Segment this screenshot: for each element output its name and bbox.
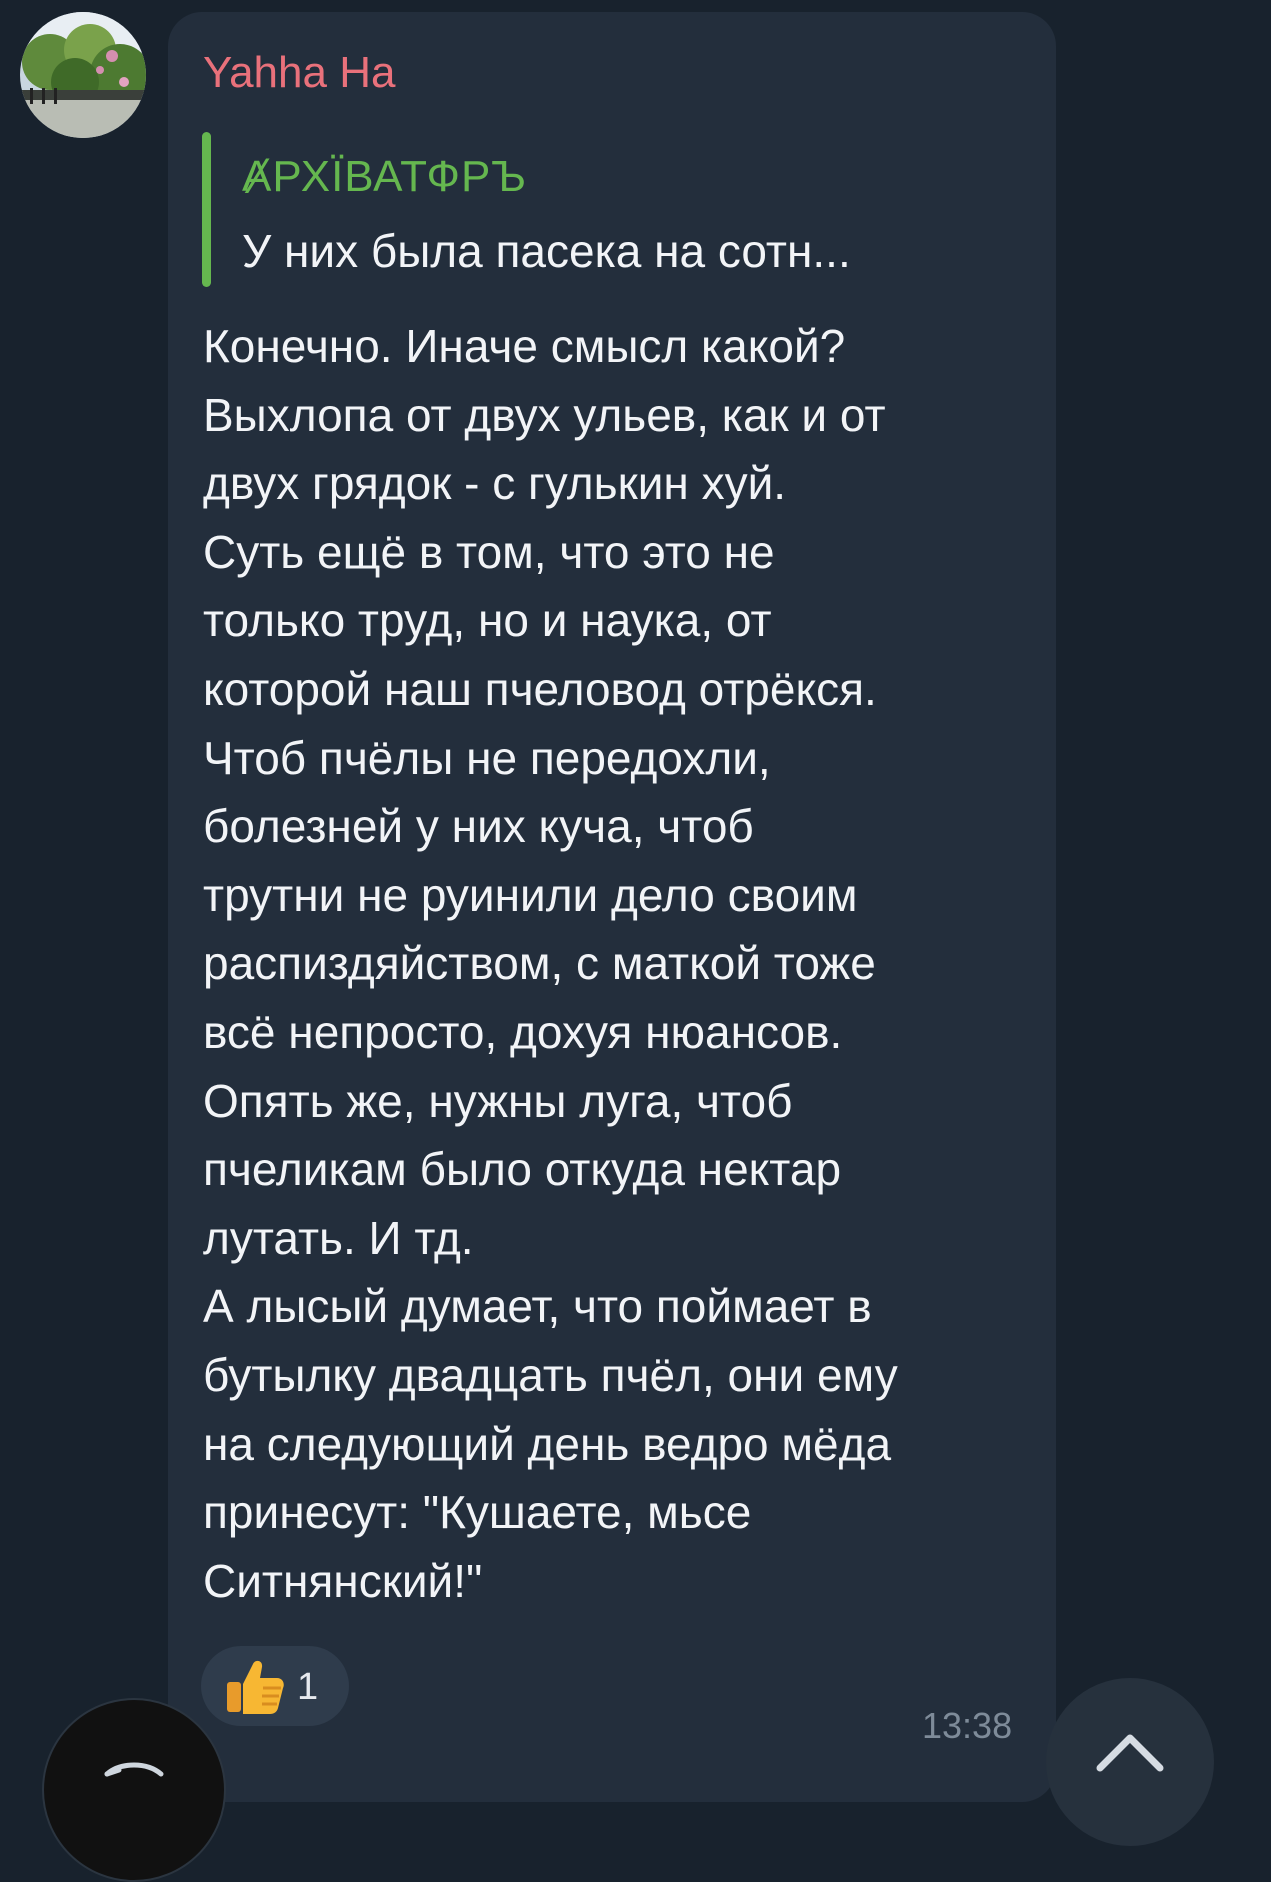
message-line: на следующий день ведро мёда [203,1417,892,1470]
reply-arrow-icon [104,1762,164,1777]
chevron-up-icon [1096,1734,1164,1772]
reply-preview[interactable]: ȺРХЇВАТФРЪ У них была пасека на сотн... [202,132,982,287]
message-line: лутать. И тд. [203,1211,474,1264]
scroll-button[interactable] [1046,1678,1214,1846]
reply-arrow-button[interactable] [42,1698,226,1882]
message-bubble[interactable]: Yahha Ha ȺРХЇВАТФРЪ У них была пасека на… [168,12,1056,1802]
message-line: Чтоб пчёлы не передохли, [203,731,771,784]
avatar[interactable] [20,12,146,138]
message-time: 13:38 [922,1705,1013,1746]
message-line: всё непросто, дохуя нюансов. [203,1005,843,1058]
message-line: только труд, но и наука, от [203,594,772,647]
reply-accent-bar [202,132,211,287]
message-line: Конечно. Иначе смысл какой? [203,320,846,372]
message-line: А лысый думает, что поймает в [203,1280,872,1333]
reply-author: ȺРХЇВАТФРЪ [242,152,528,201]
avatar-image [20,12,146,138]
reaction-count: 1 [297,1666,319,1708]
message-line: Ситнянский!" [203,1554,483,1607]
message-line: которой наш пчеловод отрёкся. [203,662,877,715]
reply-text: У них была пасека на сотн... [242,225,851,277]
message-line: болезней у них куча, чтоб [203,800,754,853]
message-line: бутылку двадцать пчёл, они ему [203,1348,898,1401]
message-line: Выхлопа от двух ульев, как и от [203,388,886,441]
message-line: двух грядок - с гулькин хуй. [203,457,787,510]
reaction-chip[interactable]: 1 [201,1646,349,1726]
message-line: трутни не руинили дело своим [203,868,858,921]
message-line: Суть ещё в том, что это не [203,525,775,578]
message-text: Конечно. Иначе смысл какой? Выхлопа от д… [203,312,1063,1615]
thumbs-up-icon [227,1660,284,1714]
message-line: Опять же, нужны луга, чтоб [203,1074,793,1127]
sender-name[interactable]: Yahha Ha [203,48,395,98]
message-line: пчеликам было откуда нектар [203,1143,842,1196]
message-line: принесут: "Кушаете, мьсе [203,1486,752,1539]
message-line: распиздяйством, с маткой тоже [203,937,876,990]
